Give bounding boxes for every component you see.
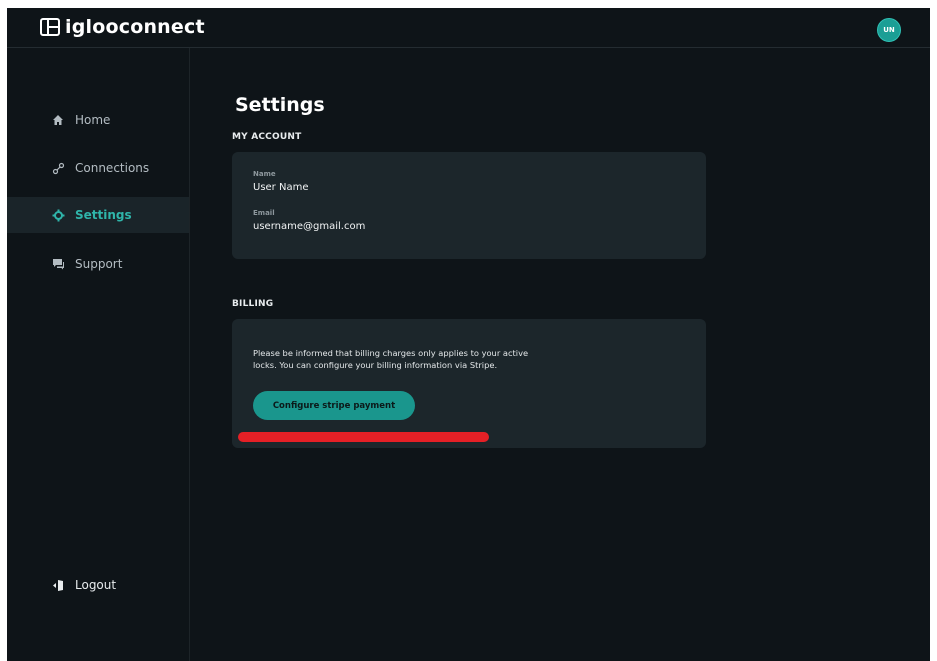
account-card: Name User Name Email username@gmail.com: [232, 152, 706, 259]
avatar[interactable]: UN: [877, 18, 901, 42]
igloo-logo-icon: [39, 16, 61, 38]
sidebar-item-home[interactable]: Home: [7, 102, 189, 138]
home-icon: [51, 113, 65, 127]
sidebar-item-settings[interactable]: Settings: [7, 197, 189, 233]
my-account-heading: MY ACCOUNT: [232, 132, 302, 142]
page-title: Settings: [235, 94, 325, 116]
email-label: Email: [253, 209, 275, 217]
logout-button[interactable]: Logout: [7, 567, 189, 603]
sidebar: Home Connections Settings Support Logout: [7, 48, 190, 661]
door-icon: [51, 578, 65, 592]
billing-info-line: locks. You can configure your billing in…: [253, 360, 498, 370]
top-bar: iglooconnect UN: [7, 8, 930, 48]
link-icon: [51, 161, 65, 175]
brand[interactable]: iglooconnect: [39, 16, 205, 38]
configure-stripe-payment-button[interactable]: Configure stripe payment: [253, 391, 415, 420]
billing-info-text: Please be informed that billing charges …: [253, 347, 593, 371]
chat-icon: [51, 257, 65, 271]
sidebar-item-label: Connections: [75, 161, 150, 175]
redaction-bar: [238, 432, 489, 442]
sidebar-item-connections[interactable]: Connections: [7, 150, 189, 186]
sidebar-item-support[interactable]: Support: [7, 246, 189, 282]
main-content: Settings MY ACCOUNT Name User Name Email…: [190, 48, 930, 661]
name-label: Name: [253, 170, 276, 178]
logout-label: Logout: [75, 578, 117, 592]
gear-icon: [51, 208, 65, 222]
app-window: iglooconnect UN Home Connections Setting…: [7, 8, 930, 661]
billing-card: Please be informed that billing charges …: [232, 319, 706, 448]
email-value: username@gmail.com: [253, 221, 366, 232]
billing-heading: BILLING: [232, 299, 274, 309]
billing-info-line: Please be informed that billing charges …: [253, 348, 529, 358]
sidebar-item-label: Support: [75, 257, 123, 271]
sidebar-item-label: Home: [75, 113, 111, 127]
sidebar-item-label: Settings: [75, 208, 132, 222]
brand-name: iglooconnect: [65, 16, 205, 38]
name-value: User Name: [253, 182, 309, 193]
